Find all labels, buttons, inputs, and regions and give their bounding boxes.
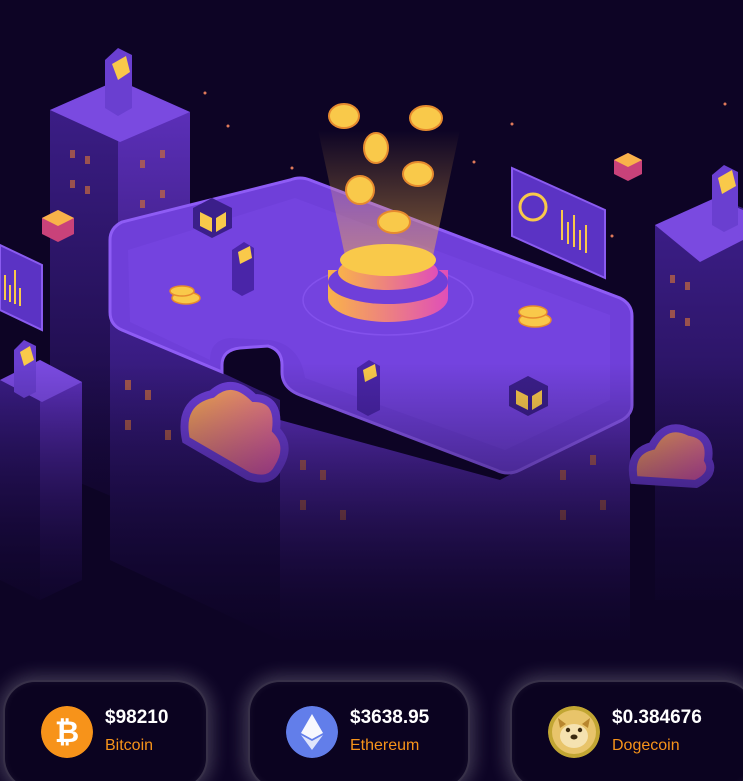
coin-name: Bitcoin — [105, 737, 154, 754]
svg-text:₿: ₿ — [55, 716, 79, 749]
coin-info: $98210 Bitcoin — [105, 707, 168, 756]
coin-price: $98210 — [105, 707, 169, 728]
crypto-landing: ₿ $98210 Bitcoin $3638.95 Ethereum $0.38… — [0, 0, 743, 781]
coin-card-dogecoin[interactable]: $0.384676 Dogecoin — [510, 680, 743, 781]
coin-info: $3638.95 Ethereum — [350, 707, 429, 756]
bitcoin-icon: ₿ — [41, 706, 93, 758]
coin-price: $0.384676 — [612, 707, 702, 728]
coin-price: $3638.95 — [350, 707, 430, 728]
coin-card-bitcoin[interactable]: ₿ $98210 Bitcoin — [3, 680, 208, 781]
dogecoin-icon — [548, 706, 600, 758]
ethereum-icon — [286, 706, 338, 758]
coin-name: Dogecoin — [612, 737, 680, 754]
coin-card-ethereum[interactable]: $3638.95 Ethereum — [248, 680, 470, 781]
coin-name: Ethereum — [350, 737, 420, 754]
hero-illustration — [0, 0, 743, 660]
coin-info: $0.384676 Dogecoin — [612, 707, 702, 756]
